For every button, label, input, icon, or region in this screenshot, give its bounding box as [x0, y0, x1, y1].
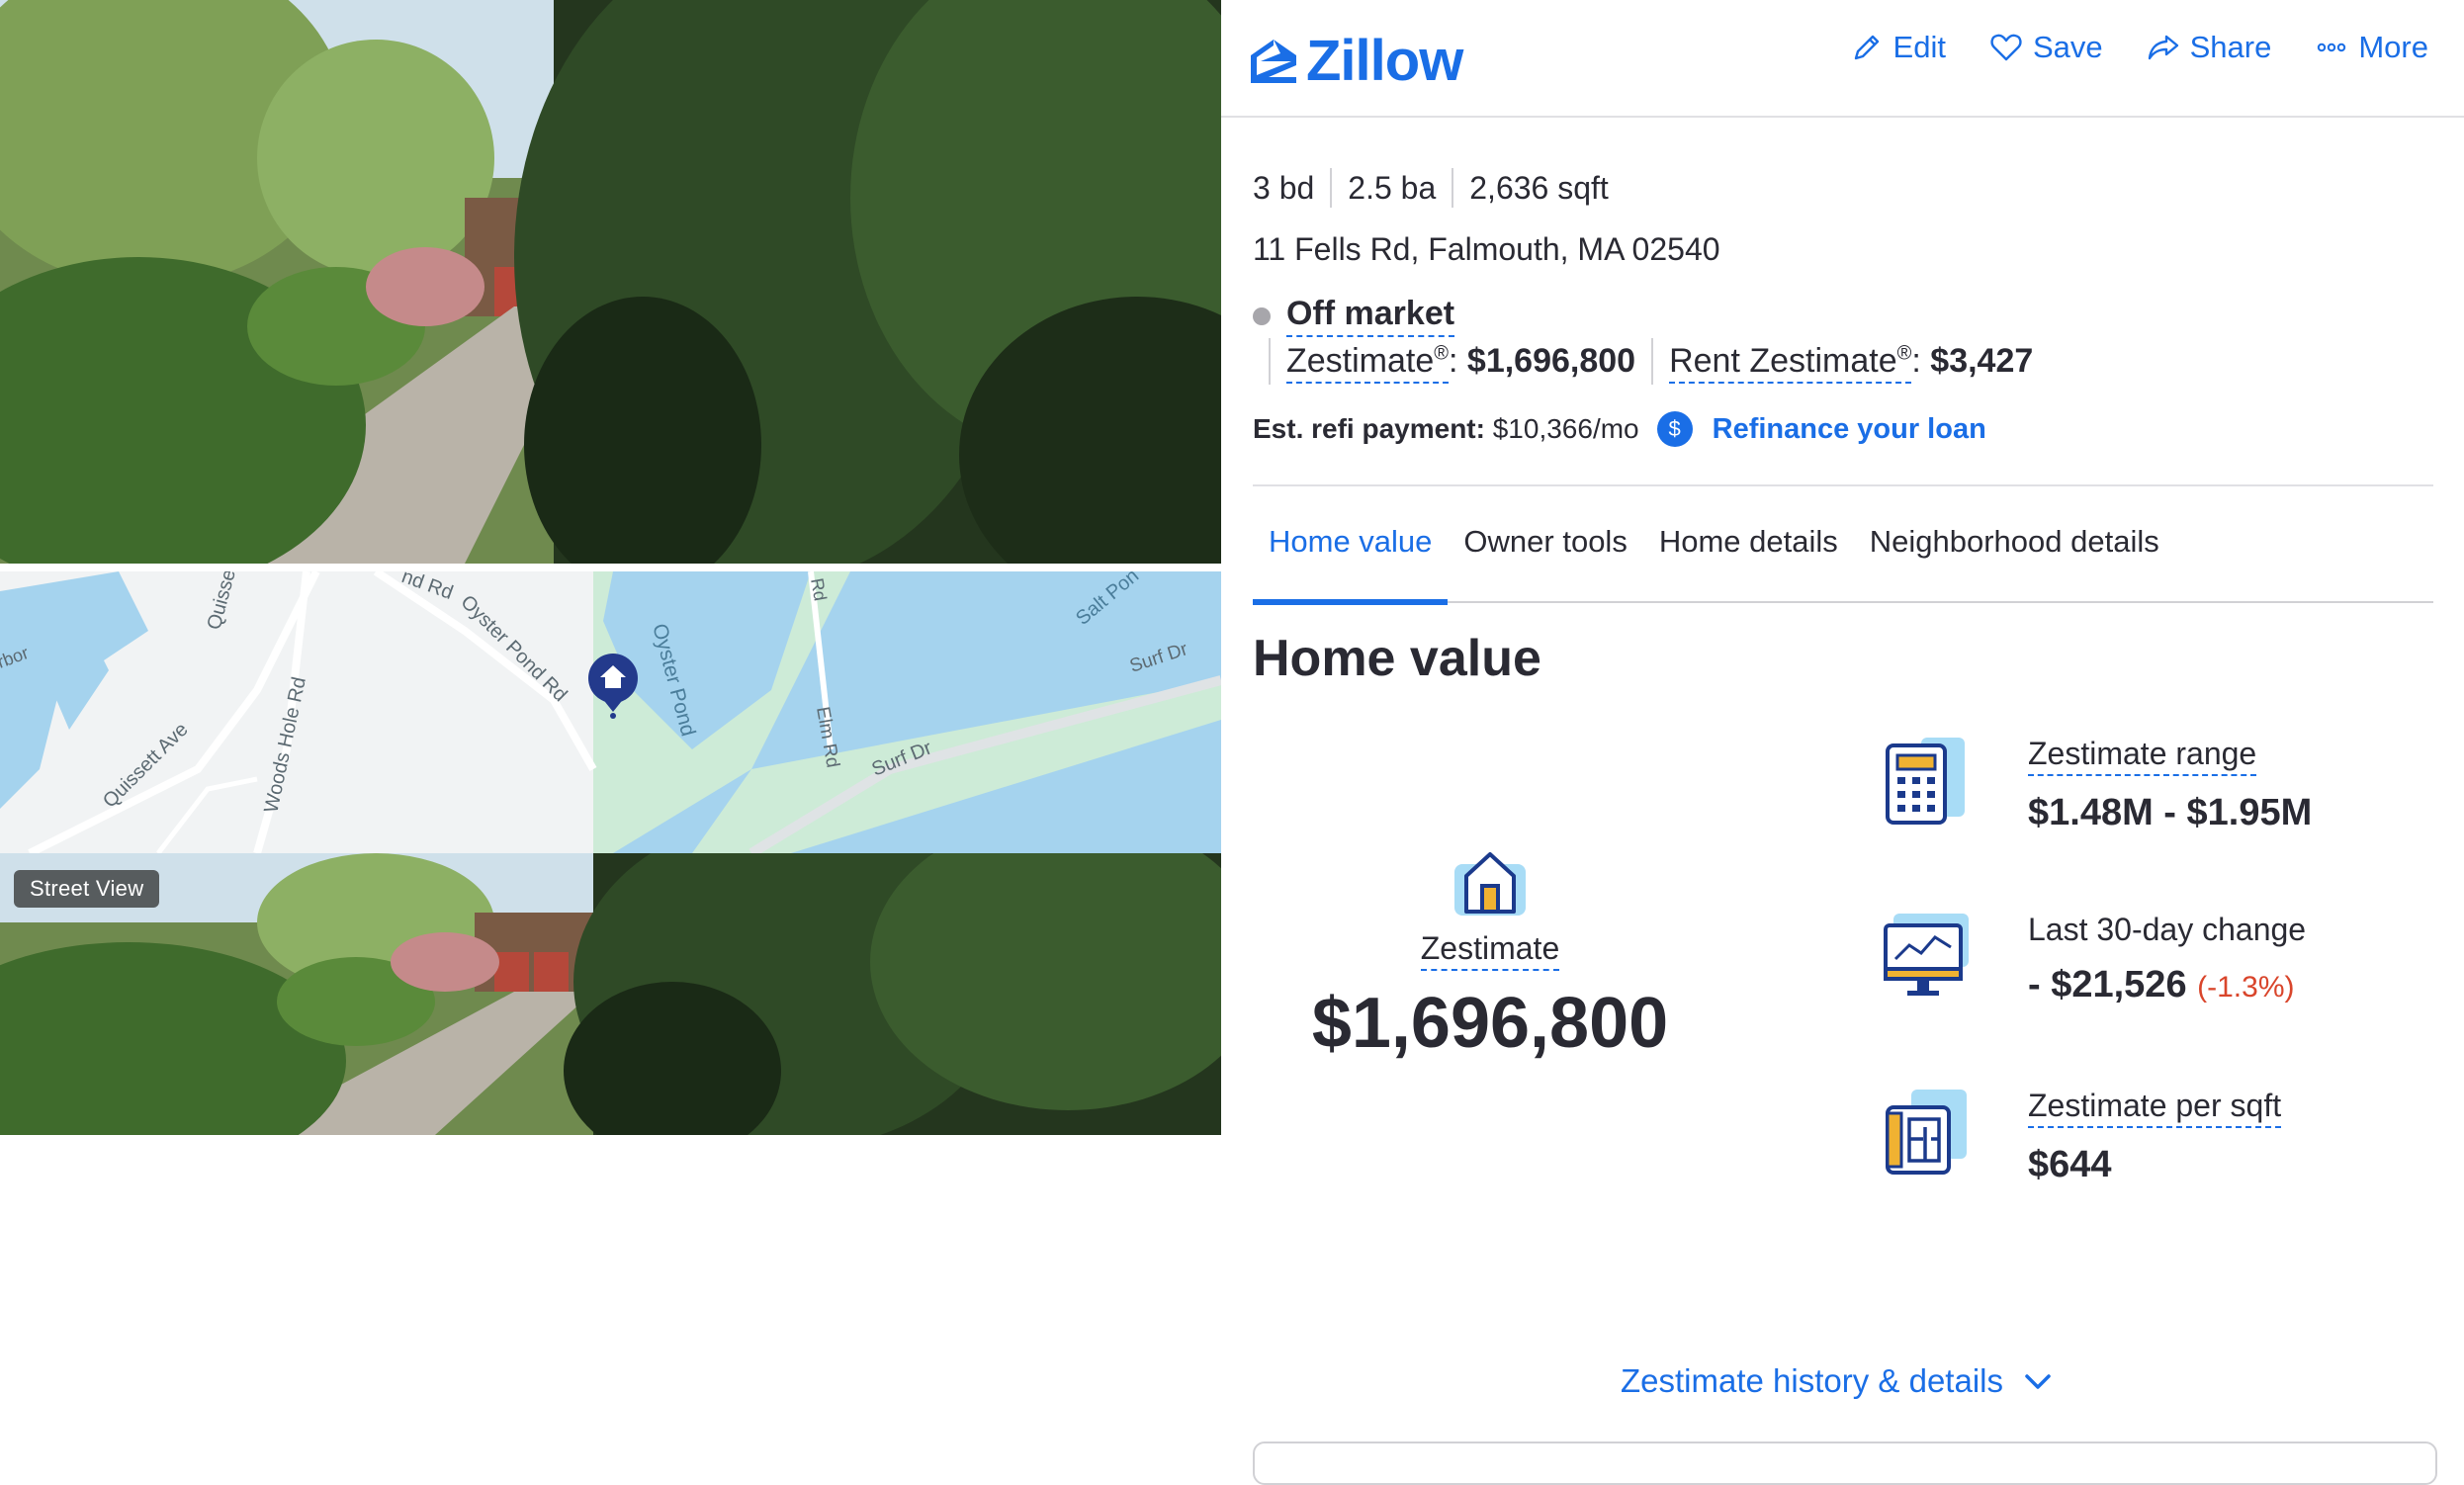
tab-home-value[interactable]: Home value: [1253, 514, 1449, 605]
monitor-chart-icon: [1884, 914, 1969, 996]
baths-count: 2.5 ba: [1330, 168, 1452, 208]
zestimate-range-value: $1.48M - $1.95M: [2028, 792, 2313, 833]
off-market-label[interactable]: Off market: [1286, 295, 1455, 337]
share-icon: [2148, 35, 2178, 60]
sqft-count: 2,636 sqft: [1452, 168, 1625, 208]
zestimate-main-value: $1,696,800: [1311, 984, 1669, 1063]
more-label: More: [2358, 30, 2428, 64]
zillow-logo-text: Zillow: [1306, 29, 1463, 93]
zestimate-row: Zestimate®: $1,696,800 Rent Zestimate®: …: [1269, 338, 2049, 385]
street-view-badge[interactable]: Street View: [14, 870, 160, 908]
edit-label: Edit: [1892, 30, 1946, 64]
zestimate-summary-label[interactable]: Zestimate®: [1286, 342, 1450, 384]
zestimate-history-card: [1253, 1441, 2437, 1485]
more-button[interactable]: More: [2315, 30, 2428, 65]
zestimate-summary-value: $1,696,800: [1466, 342, 1636, 380]
zestimate-main: Zestimate $1,696,800: [1253, 840, 1727, 1064]
refi-label: Est. refi payment:: [1253, 413, 1485, 444]
map-canvas: rbor Quisset nd Rd Oyster Pond Rd Oyster…: [0, 571, 1221, 853]
map-label-rd: Rd: [807, 576, 831, 602]
more-dots-icon: [2318, 43, 2346, 52]
home-value-heading: Home value: [1253, 630, 1541, 687]
save-button[interactable]: Save: [1989, 30, 2103, 65]
house-icon: [1454, 852, 1526, 916]
location-map[interactable]: rbor Quisset nd Rd Oyster Pond Rd Oyster…: [0, 571, 1221, 853]
share-label: Share: [2189, 30, 2272, 64]
stat-30-day-change: Last 30-day change - $21,526 (-1.3%): [1882, 912, 2306, 1006]
beds-count: 3 bd: [1253, 170, 1315, 206]
zestimate-range-label[interactable]: Zestimate range: [2028, 736, 2257, 776]
stat-zestimate-per-sqft: Zestimate per sqft $644: [1882, 1088, 2282, 1186]
media-column: rbor Quisset nd Rd Oyster Pond Rd Oyster…: [0, 0, 1221, 1459]
zestimate-per-sqft-label[interactable]: Zestimate per sqft: [2028, 1088, 2282, 1128]
header-actions: Edit Save Share More: [1850, 30, 2428, 65]
zestimate-summary: Zestimate®: $1,696,800: [1269, 338, 1651, 385]
section-tabs: Home value Owner tools Home details Neig…: [1253, 514, 2433, 605]
last-30-day-change-value: - $21,526: [2028, 964, 2187, 1005]
panel-header: Zillow Edit Save Share More: [1221, 0, 2464, 118]
calculator-icon: [1886, 738, 1965, 825]
status-dot-icon: [1253, 306, 1271, 325]
edit-button[interactable]: Edit: [1850, 30, 1946, 65]
rent-zestimate-value: $3,427: [1930, 342, 2034, 380]
zestimate-history-label: Zestimate history & details: [1621, 1362, 2003, 1399]
refi-value: $10,366/mo: [1492, 413, 1639, 444]
dollar-icon: $: [1656, 411, 1693, 447]
heart-icon: [1990, 34, 2022, 61]
property-panel: Zillow Edit Save Share More 3 bd 2.5 ba …: [1221, 0, 2464, 1485]
stat-zestimate-range: Zestimate range $1.48M - $1.95M: [1882, 736, 2312, 834]
rent-zestimate-summary: Rent Zestimate®: $3,427: [1651, 338, 2049, 385]
market-status: Off market: [1253, 295, 1455, 337]
zillow-logo-icon: [1251, 39, 1296, 83]
tab-owner-tools[interactable]: Owner tools: [1448, 514, 1642, 599]
zestimate-per-sqft-value: $644: [2028, 1144, 2112, 1185]
street-view-photo[interactable]: [0, 853, 1221, 1135]
chevron-down-icon: [2025, 1374, 2051, 1389]
property-facts: 3 bd 2.5 ba 2,636 sqft: [1253, 168, 1625, 208]
last-30-day-change-percent: (-1.3%): [2197, 971, 2295, 1004]
pencil-icon: [1854, 35, 1879, 60]
share-button[interactable]: Share: [2147, 30, 2272, 65]
zillow-logo[interactable]: Zillow: [1251, 28, 1463, 94]
save-label: Save: [2032, 30, 2103, 64]
divider: [1253, 484, 2433, 486]
floorplan-icon: [1886, 1090, 1967, 1175]
tab-neighborhood-details[interactable]: Neighborhood details: [1854, 514, 2175, 599]
rent-zestimate-label[interactable]: Rent Zestimate®: [1669, 342, 1912, 384]
street-view-image: [0, 853, 1221, 1135]
refi-row: Est. refi payment: $10,366/mo $ Refinanc…: [1253, 411, 1986, 447]
zestimate-history-link[interactable]: Zestimate history & details: [1621, 1362, 2055, 1400]
property-address: 11 Fells Rd, Falmouth, MA 02540: [1253, 231, 1720, 267]
refinance-link[interactable]: Refinance your loan: [1713, 413, 1986, 446]
last-30-day-change-label: Last 30-day change: [2028, 912, 2307, 947]
driveway-photo: [0, 0, 1221, 564]
property-photo-top[interactable]: [0, 0, 1221, 564]
zestimate-main-label[interactable]: Zestimate: [1420, 930, 1560, 971]
tab-home-details[interactable]: Home details: [1643, 514, 1854, 599]
